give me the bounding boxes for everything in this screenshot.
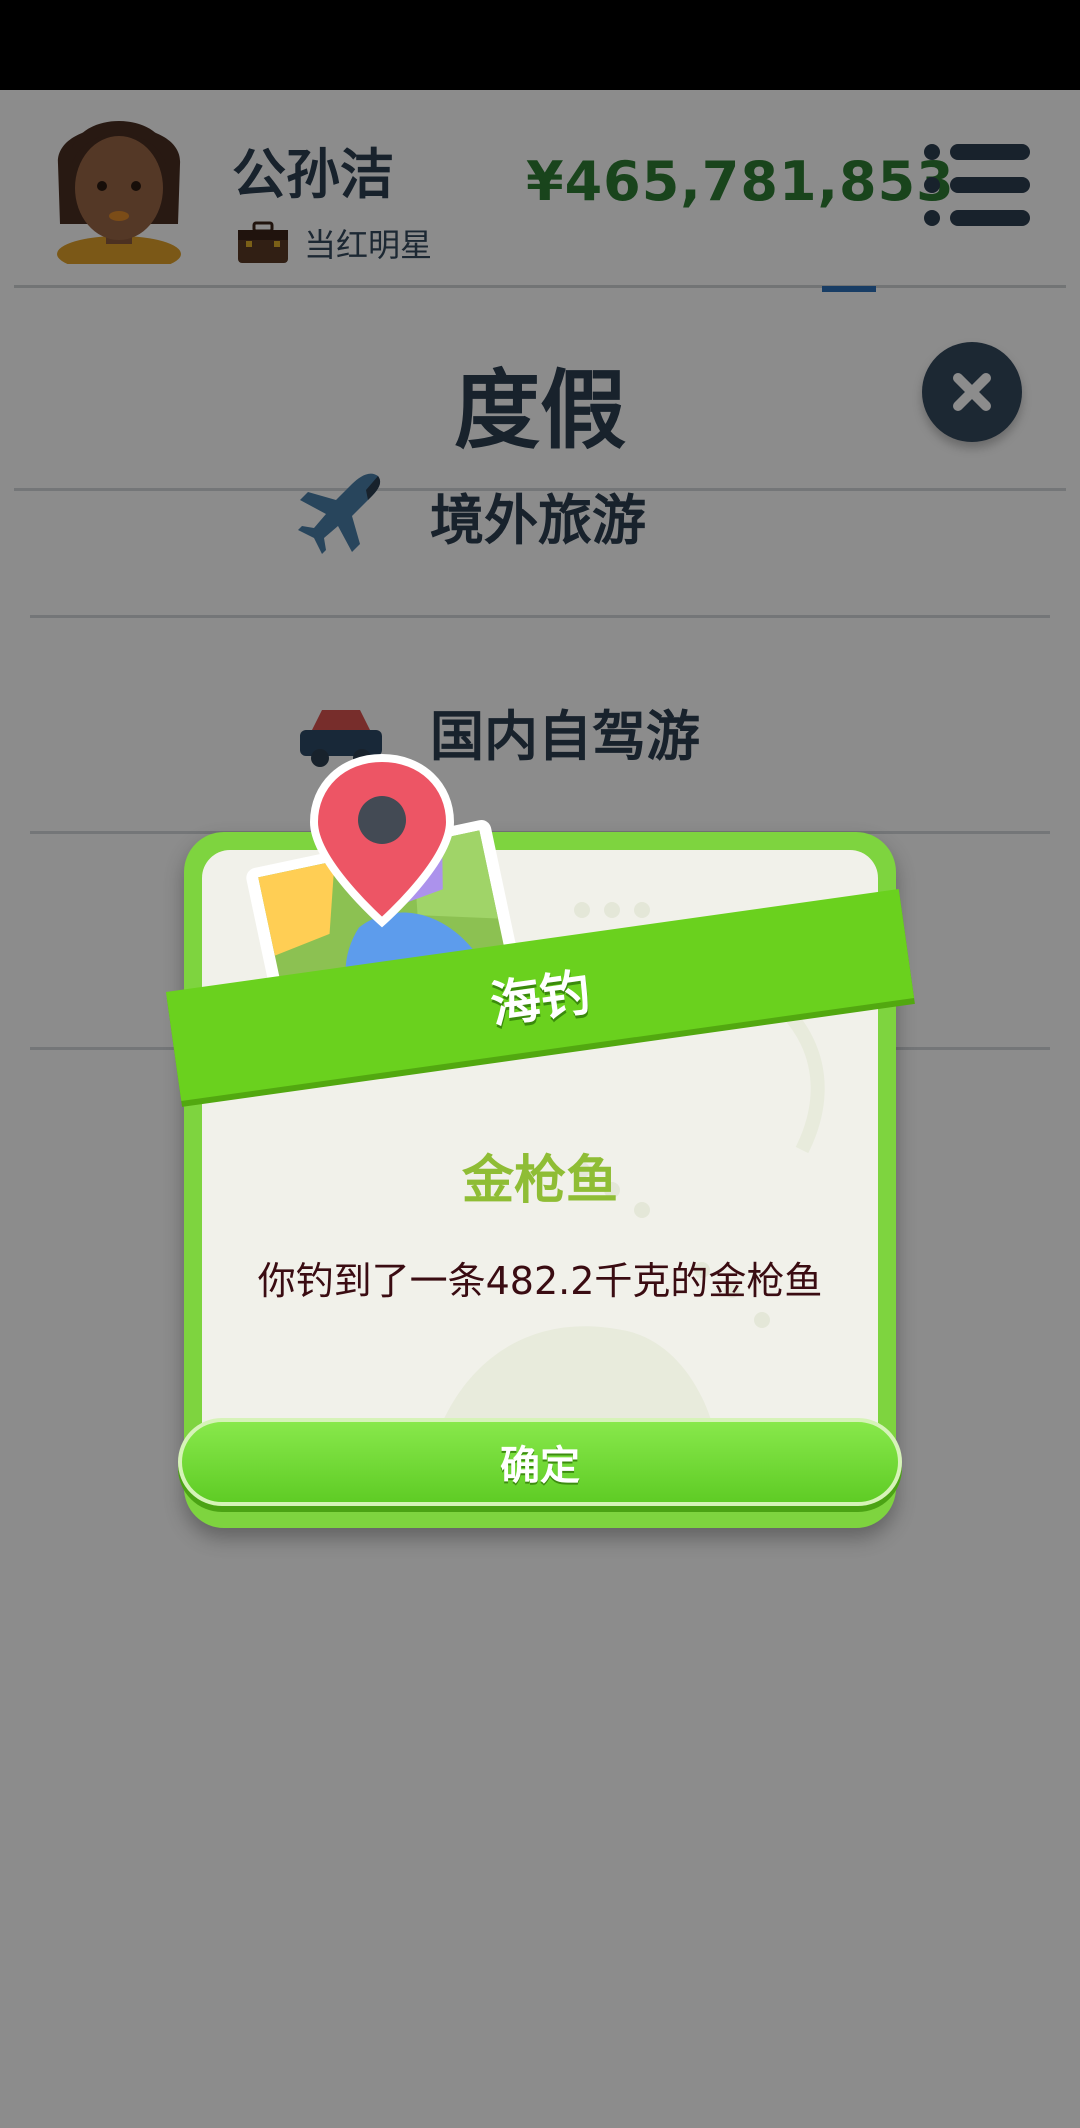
confirm-button-label: 确定 xyxy=(500,1443,580,1489)
catch-message: 你钓到了一条482.2千克的金枪鱼 xyxy=(257,1259,823,1303)
catch-name: 金枪鱼 xyxy=(461,1151,618,1211)
status-bar xyxy=(0,0,1080,90)
confirm-button[interactable]: 确定 xyxy=(178,1418,902,1506)
